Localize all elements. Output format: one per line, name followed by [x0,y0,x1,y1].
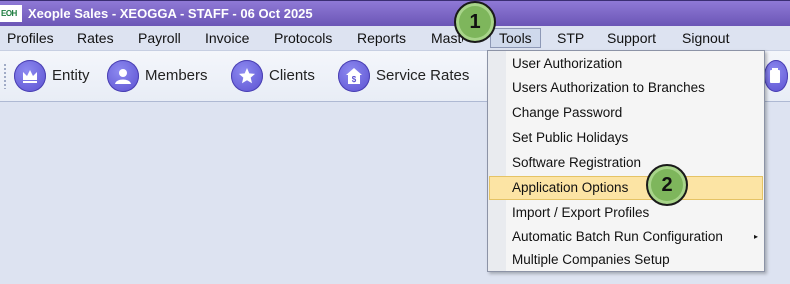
menu-item-users-authorization-branches[interactable]: Users Authorization to Branches [489,76,763,100]
menu-item-automatic-batch-run-configuration[interactable]: Automatic Batch Run Configuration ▸ [489,225,763,249]
menu-item-import-export-profiles[interactable]: Import / Export Profiles [489,201,763,225]
menu-signout[interactable]: Signout [682,28,729,48]
menu-item-set-public-holidays[interactable]: Set Public Holidays [489,126,763,150]
menu-item-label: Software Registration [512,155,642,170]
menu-support[interactable]: Support [607,28,656,48]
menu-invoice[interactable]: Invoice [205,28,249,48]
user-icon [107,60,139,92]
tools-dropdown-menu: User Authorization Users Authorization t… [487,50,765,272]
menu-item-label: Application Options [512,180,629,195]
menu-protocols[interactable]: Protocols [274,28,332,48]
title-bar: EOH Xeople Sales - XEOGGA - STAFF - 06 O… [0,0,790,26]
members-label: Members [145,67,208,84]
entity-label: Entity [52,67,90,84]
app-logo: EOH [0,5,22,22]
svg-text:$: $ [352,75,357,84]
menu-item-change-password[interactable]: Change Password [489,101,763,125]
app-logo-text: EOH [1,9,17,18]
window-title: Xeople Sales - XEOGGA - STAFF - 06 Oct 2… [28,6,313,21]
menu-profiles[interactable]: Profiles [7,28,54,48]
menu-item-application-options[interactable]: Application Options [489,176,763,200]
menu-reports[interactable]: Reports [357,28,406,48]
menu-rates[interactable]: Rates [77,28,114,48]
menu-item-user-authorization[interactable]: User Authorization [489,52,763,76]
menu-item-label: Multiple Companies Setup [512,252,670,267]
step-badge-2: 2 [646,164,688,206]
menu-item-label: Users Authorization to Branches [512,80,705,95]
menu-payroll[interactable]: Payroll [138,28,181,48]
menu-item-label: Automatic Batch Run Configuration [512,229,723,244]
service-rates-label: Service Rates [376,67,470,84]
crown-icon [14,60,46,92]
menu-item-label: User Authorization [512,56,623,71]
menu-item-label: Set Public Holidays [512,130,629,145]
menu-tools[interactable]: Tools [490,28,541,48]
menu-bar: Profiles Rates Payroll Invoice Protocols… [0,26,790,50]
menu-stp[interactable]: STP [557,28,584,48]
toolbar-grip[interactable] [3,63,7,89]
menu-item-label: Change Password [512,105,623,120]
clipboard-icon[interactable] [764,60,788,92]
menu-item-label: Import / Export Profiles [512,205,650,220]
menu-item-software-registration[interactable]: Software Registration [489,151,763,175]
menu-item-multiple-companies-setup[interactable]: Multiple Companies Setup [489,248,763,272]
dollar-house-icon: $ [338,60,370,92]
submenu-arrow-icon: ▸ [753,232,758,241]
star-icon [231,60,263,92]
clients-label: Clients [269,67,315,84]
step-badge-1: 1 [454,1,496,43]
